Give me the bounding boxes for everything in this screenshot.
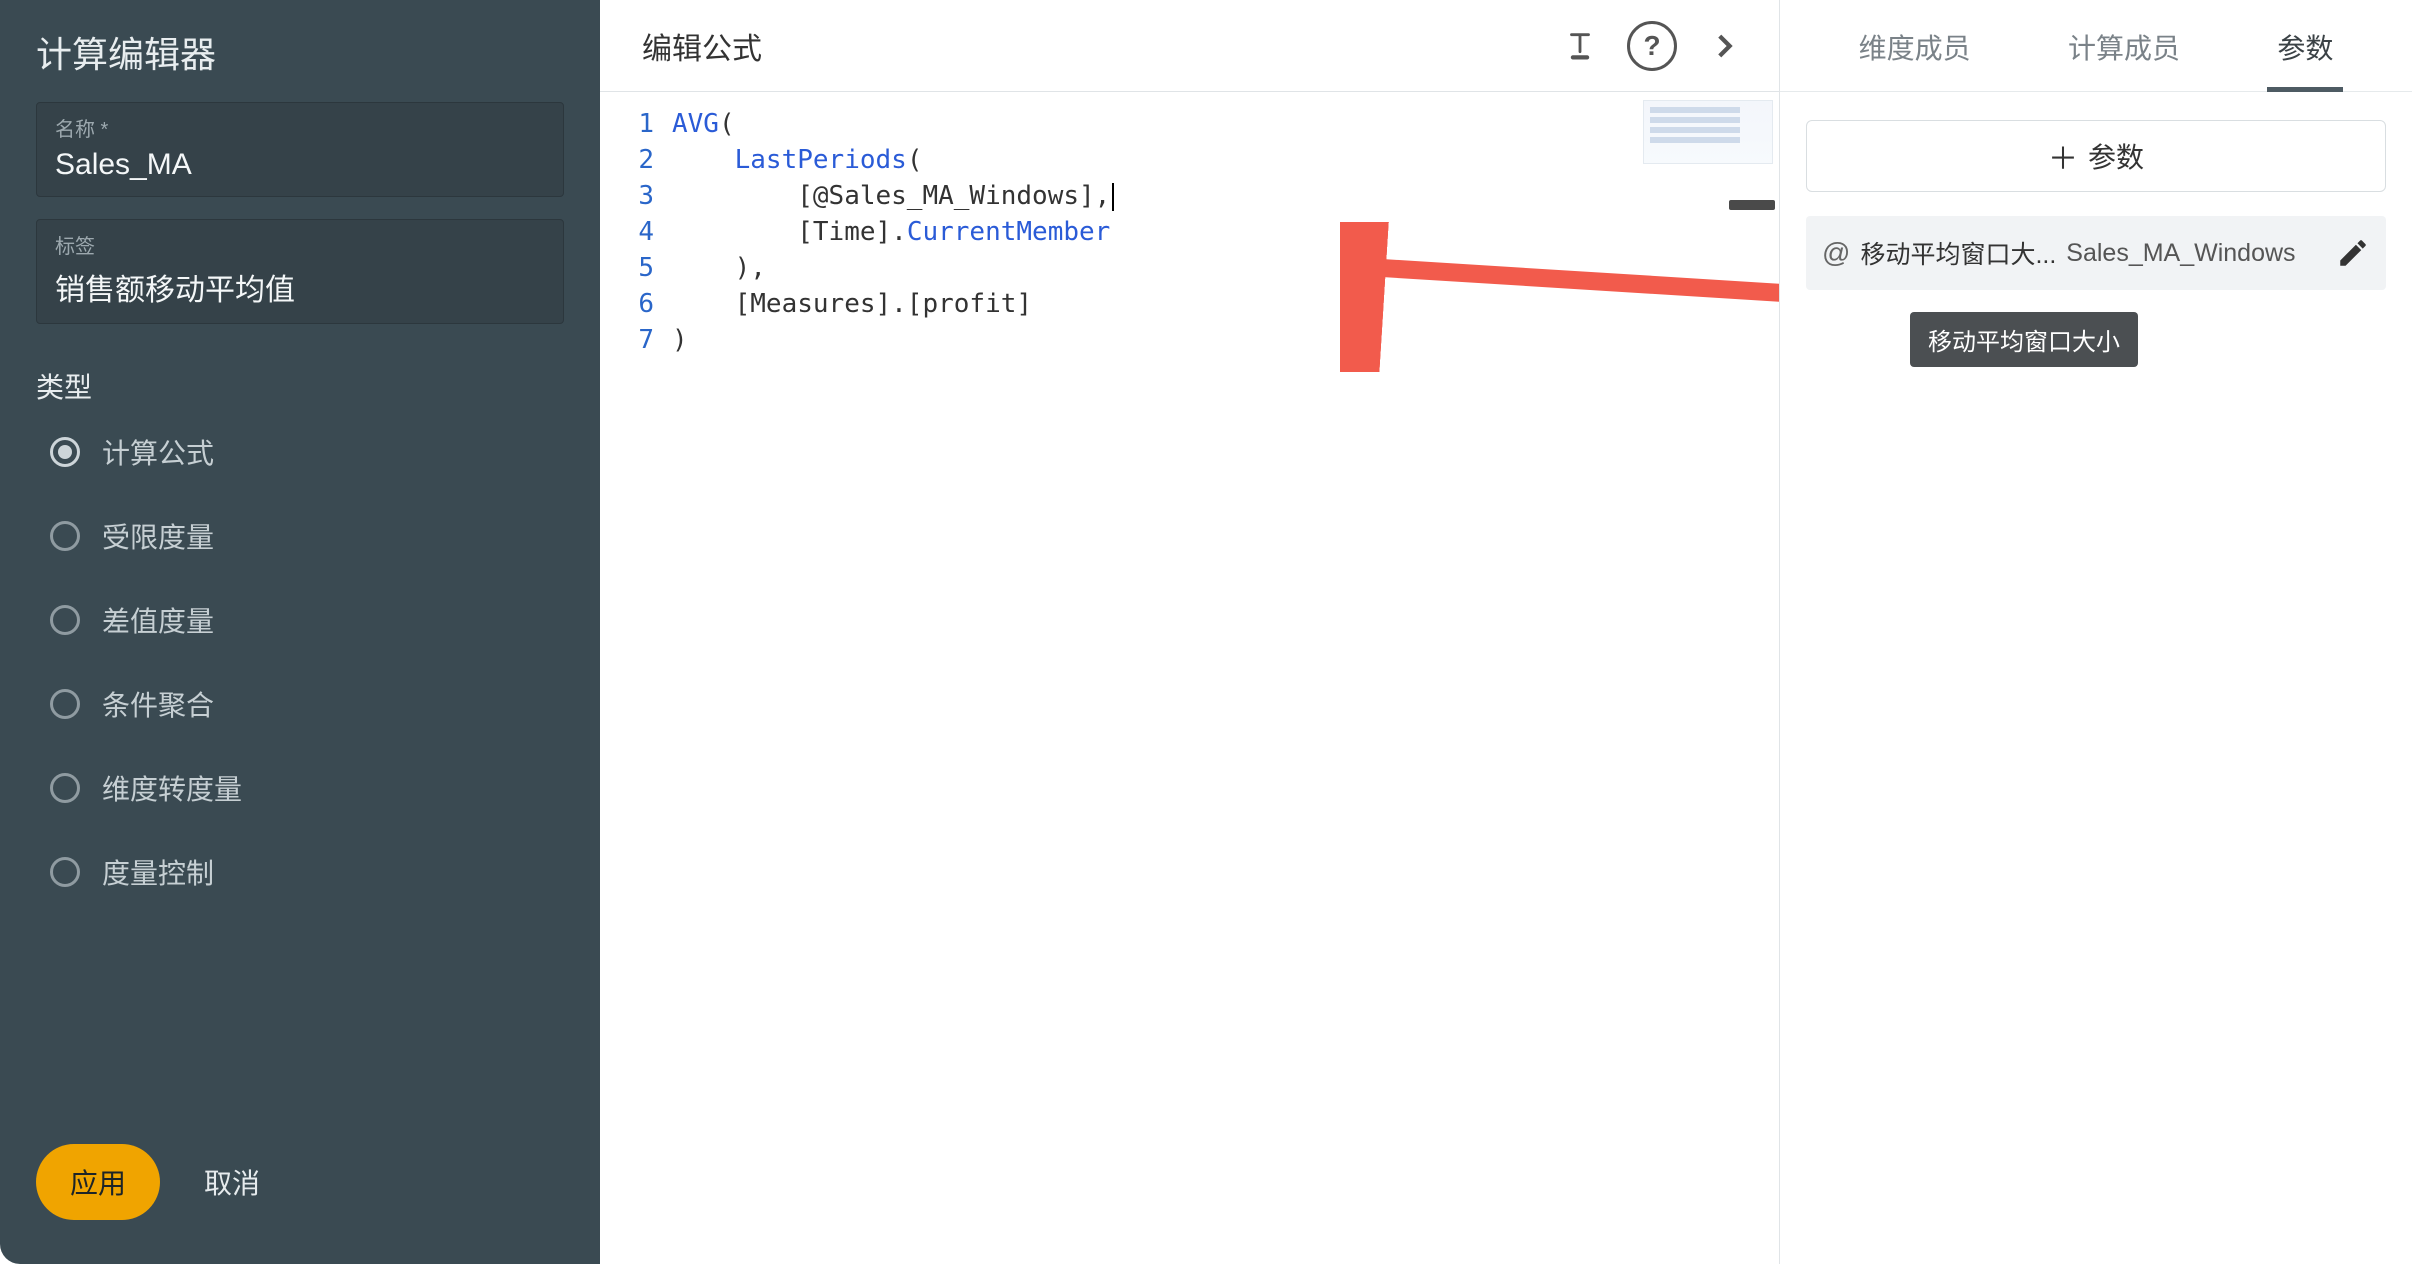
at-icon: @ (1822, 237, 1850, 269)
code-line[interactable]: ) (672, 322, 1779, 358)
radio-label: 维度转度量 (102, 768, 242, 808)
code-line[interactable]: [Time].CurrentMember (672, 214, 1779, 250)
gutter-line: 5 (600, 250, 672, 286)
right-panel: 维度成员计算成员参数 ＋ 参数 @ 移动平均窗口大... Sales_MA_Wi… (1780, 0, 2412, 1264)
tab-0[interactable]: 维度成员 (1849, 27, 1981, 91)
type-radio-group: 计算公式受限度量差值度量条件聚合维度转度量度量控制 (36, 432, 564, 892)
sidebar: 计算编辑器 名称 * Sales_MA 标签 销售额移动平均值 类型 计算公式受… (0, 0, 600, 1264)
radio-circle-icon (50, 857, 80, 887)
radio-label: 度量控制 (102, 852, 214, 892)
add-parameter-button[interactable]: ＋ 参数 (1806, 120, 2386, 192)
gutter-line: 7 (600, 322, 672, 358)
parameter-row[interactable]: @ 移动平均窗口大... Sales_MA_Windows (1806, 216, 2386, 290)
radio-circle-icon (50, 773, 80, 803)
line-gutter: 1234567 (600, 92, 672, 1264)
editor-header: 编辑公式 ? (600, 0, 1779, 92)
gutter-line: 6 (600, 286, 672, 322)
tag-field[interactable]: 标签 销售额移动平均值 (36, 219, 564, 324)
edit-icon[interactable] (2336, 236, 2370, 270)
gutter-line: 1 (600, 106, 672, 142)
collapse-handle[interactable] (1729, 200, 1775, 210)
code-line[interactable]: LastPeriods( (672, 142, 1779, 178)
help-icon[interactable]: ? (1627, 21, 1677, 71)
tab-1[interactable]: 计算成员 (2058, 27, 2190, 91)
right-tabs: 维度成员 计算成员 参数 (1780, 0, 2412, 92)
add-parameter-label: 参数 (2088, 136, 2144, 176)
sidebar-title: 计算编辑器 (36, 26, 564, 78)
parameter-name: Sales_MA_Windows (2066, 239, 2326, 268)
cancel-button[interactable]: 取消 (204, 1162, 260, 1202)
code-editor[interactable]: 1234567 AVG( LastPeriods( [@Sales_MA_Win… (600, 92, 1779, 1264)
radio-circle-icon (50, 437, 80, 467)
radio-label: 受限度量 (102, 516, 214, 556)
radio-circle-icon (50, 689, 80, 719)
tag-label: 标签 (55, 230, 545, 259)
right-body: ＋ 参数 @ 移动平均窗口大... Sales_MA_Windows 移动平均窗… (1780, 92, 2412, 318)
gutter-line: 2 (600, 142, 672, 178)
chevron-right-icon[interactable] (1699, 21, 1749, 71)
type-radio-2[interactable]: 差值度量 (50, 600, 564, 640)
parameter-tooltip: 移动平均窗口大小 (1910, 312, 2138, 367)
type-radio-5[interactable]: 度量控制 (50, 852, 564, 892)
editor-panel: 编辑公式 ? 1234567 AVG( LastPeriods( [@Sales… (600, 0, 1780, 1264)
type-radio-4[interactable]: 维度转度量 (50, 768, 564, 808)
type-radio-0[interactable]: 计算公式 (50, 432, 564, 472)
format-icon[interactable] (1555, 21, 1605, 71)
tab-2[interactable]: 参数 (2267, 27, 2343, 91)
name-value[interactable]: Sales_MA (55, 148, 545, 182)
radio-label: 计算公式 (102, 432, 214, 472)
code-line[interactable]: [@Sales_MA_Windows], (672, 178, 1779, 214)
radio-label: 差值度量 (102, 600, 214, 640)
type-section-label: 类型 (36, 366, 564, 406)
editor-header-title: 编辑公式 (642, 24, 1533, 68)
code-line[interactable]: [Measures].[profit] (672, 286, 1779, 322)
type-radio-3[interactable]: 条件聚合 (50, 684, 564, 724)
tag-value[interactable]: 销售额移动平均值 (55, 265, 545, 309)
parameter-label: 移动平均窗口大... (1860, 235, 2056, 271)
code-line[interactable]: ), (672, 250, 1779, 286)
apply-button[interactable]: 应用 (36, 1144, 160, 1220)
plus-icon: ＋ (2048, 134, 2078, 178)
radio-circle-icon (50, 521, 80, 551)
name-field[interactable]: 名称 * Sales_MA (36, 102, 564, 197)
type-radio-1[interactable]: 受限度量 (50, 516, 564, 556)
code-area[interactable]: AVG( LastPeriods( [@Sales_MA_Windows], [… (672, 92, 1779, 1264)
gutter-line: 4 (600, 214, 672, 250)
code-line[interactable]: AVG( (672, 106, 1779, 142)
minimap[interactable] (1643, 100, 1773, 164)
radio-circle-icon (50, 605, 80, 635)
name-label: 名称 * (55, 113, 545, 142)
radio-label: 条件聚合 (102, 684, 214, 724)
gutter-line: 3 (600, 178, 672, 214)
